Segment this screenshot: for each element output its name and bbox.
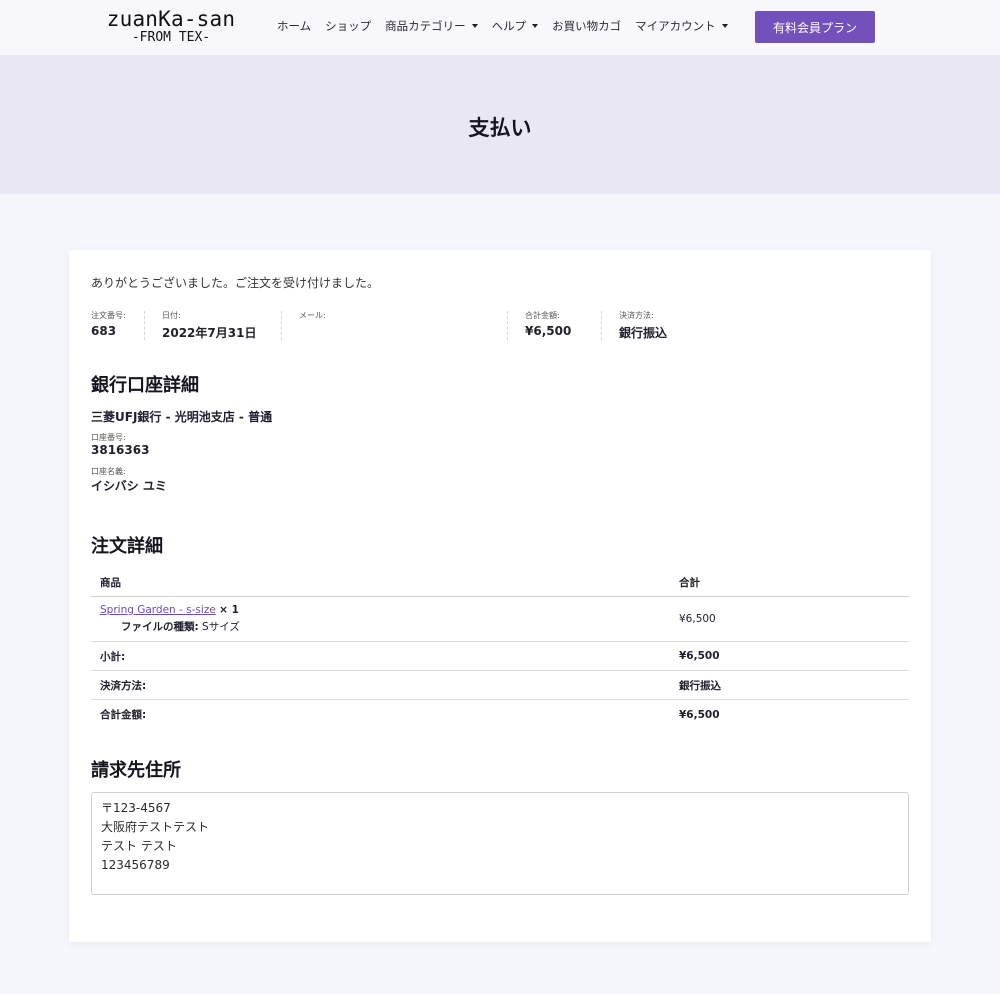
nav-item-home[interactable]: ホーム — [277, 18, 311, 34]
order-total-value: ¥6,500 — [679, 708, 720, 721]
product-cell: Spring Garden - s-size × 1 ファイルの種類: Sサイズ — [91, 604, 671, 634]
account-number-label: 口座番号: — [91, 433, 126, 442]
nav-item-categories[interactable]: 商品カテゴリー — [385, 18, 478, 34]
thank-you-message: ありがとうございました。ご注文を受け付けました。 — [91, 276, 380, 290]
nav-label: ヘルプ — [491, 19, 527, 33]
billing-address-heading: 請求先住所 — [91, 760, 181, 781]
account-name-label: 口座名義: — [91, 467, 126, 476]
nav-item-shop[interactable]: ショップ — [325, 18, 371, 34]
overview-order-number: 注文番号: 683 — [91, 311, 145, 340]
address-name: テスト テスト — [101, 839, 177, 853]
column-header-product: 商品 — [100, 576, 121, 589]
logo-text: zuanKa-san — [106, 7, 236, 31]
overview-label: 日付: — [162, 311, 181, 320]
item-meta: ファイルの種類: Sサイズ — [121, 619, 671, 634]
product-total: ¥6,500 — [679, 613, 716, 625]
nav-item-my-account[interactable]: マイアカウント — [635, 18, 728, 34]
overview-email: メール: — [299, 311, 508, 340]
account-name: イシバシ ユミ — [91, 479, 167, 493]
table-row: 決済方法: 銀行振込 — [91, 671, 909, 700]
table-row: Spring Garden - s-size × 1 ファイルの種類: Sサイズ… — [91, 597, 909, 642]
chevron-down-icon — [721, 24, 728, 28]
nav-item-help[interactable]: ヘルプ — [492, 18, 539, 34]
bank-details-heading: 銀行口座詳細 — [91, 375, 199, 396]
item-meta-value: Sサイズ — [202, 621, 240, 633]
billing-address: 〒123-4567 大阪府テストテスト テスト テスト 123456789 — [91, 792, 909, 895]
premium-plan-button[interactable]: 有料会員プラン — [755, 11, 875, 43]
chevron-down-icon — [532, 24, 539, 28]
bank-name: 三菱UFJ銀行 - 光明池支店 - 普通 — [91, 410, 273, 424]
overview-label: 合計金額: — [525, 311, 560, 320]
product-quantity: × 1 — [219, 604, 239, 616]
order-details-table: 商品 合計 Spring Garden - s-size × 1 ファイルの種類… — [91, 568, 909, 729]
item-meta-label: ファイルの種類: — [121, 621, 199, 633]
site-header: zuanKa-san -FROM TEX- ホーム ショップ 商品カテゴリー ヘ… — [0, 0, 1000, 55]
overview-value: 銀行振込 — [619, 326, 668, 340]
address-postal-code: 〒123-4567 — [101, 801, 171, 815]
overview-label: 決済方法: — [619, 311, 654, 320]
overview-date: 日付: 2022年7月31日 — [162, 311, 282, 340]
nav-label: 商品カテゴリー — [385, 19, 466, 33]
order-details-heading: 注文詳細 — [91, 536, 163, 557]
payment-method-label: 決済方法: — [100, 679, 147, 692]
table-row: 小計: ¥6,500 — [91, 642, 909, 671]
overview-value: 683 — [91, 324, 117, 338]
column-header-total: 合計 — [679, 576, 700, 589]
nav-label: お買い物カゴ — [552, 19, 622, 33]
page-title: 支払い — [468, 116, 532, 140]
product-link[interactable]: Spring Garden - s-size — [100, 604, 216, 616]
overview-label: 注文番号: — [91, 311, 126, 320]
overview-value: 2022年7月31日 — [162, 326, 257, 340]
overview-label: メール: — [299, 311, 326, 320]
nav-item-cart[interactable]: お買い物カゴ — [552, 18, 621, 34]
nav-label: マイアカウント — [635, 19, 716, 33]
overview-total: 合計金額: ¥6,500 — [525, 311, 602, 340]
site-logo[interactable]: zuanKa-san -FROM TEX- — [106, 7, 236, 45]
order-received-card: ありがとうございました。ご注文を受け付けました。 注文番号: 683 日付: 2… — [69, 250, 931, 942]
subtotal-label: 小計: — [100, 650, 126, 663]
address-phone: 123456789 — [101, 858, 170, 872]
order-overview: 注文番号: 683 日付: 2022年7月31日 メール: 合計金額: ¥6,5… — [91, 311, 702, 340]
logo-subtext: -FROM TEX- — [131, 30, 211, 45]
chevron-down-icon — [471, 24, 478, 28]
overview-payment-method: 決済方法: 銀行振込 — [619, 311, 685, 340]
payment-method-value: 銀行振込 — [679, 679, 721, 692]
address-line: 大阪府テストテスト — [101, 820, 210, 834]
account-number: 3816363 — [91, 443, 150, 457]
table-row: 合計金額: ¥6,500 — [91, 700, 909, 729]
order-total-label: 合計金額: — [100, 709, 147, 721]
table-header-row: 商品 合計 — [91, 568, 909, 597]
overview-value: ¥6,500 — [525, 324, 572, 338]
subtotal-value: ¥6,500 — [679, 650, 720, 662]
main-nav: ホーム ショップ 商品カテゴリー ヘルプ お買い物カゴ マイアカウント — [277, 18, 742, 34]
nav-label: ホーム — [277, 19, 312, 33]
page-hero: 支払い — [0, 55, 1000, 194]
nav-label: ショップ — [325, 19, 372, 33]
